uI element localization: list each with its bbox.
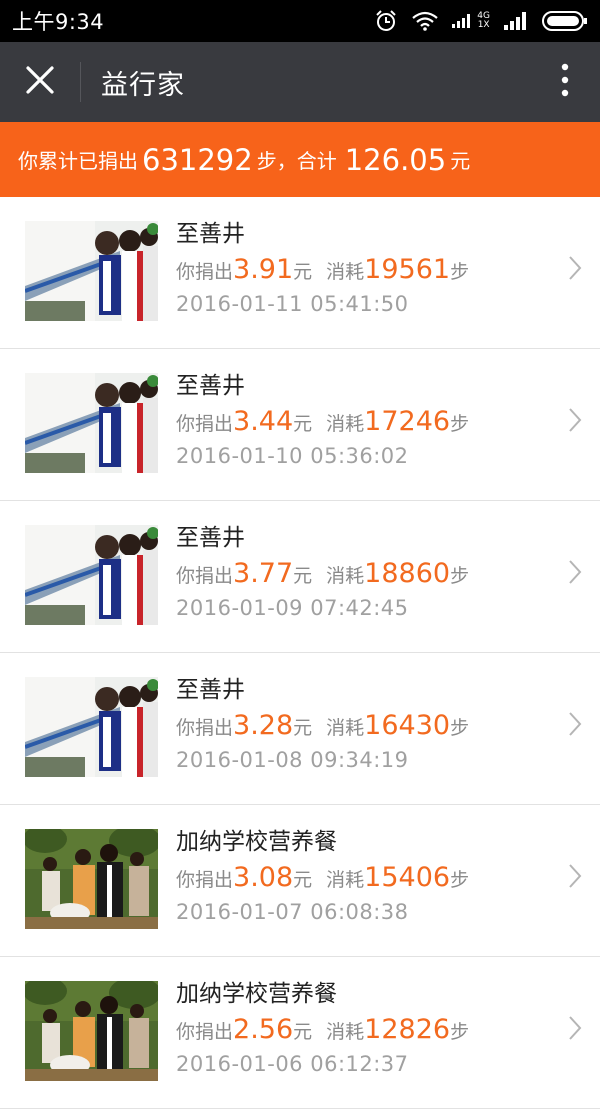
network-type-label-secondary: 1X: [477, 20, 490, 30]
project-thumbnail: [25, 981, 158, 1081]
donation-timestamp: 2016-01-10 05:36:02: [176, 444, 409, 468]
well-children-photo: [25, 677, 158, 777]
project-name: 至善井: [176, 373, 245, 399]
consumed-label: 消耗: [326, 869, 365, 891]
currency-label: 元: [293, 869, 313, 891]
summary-prefix: 你累计已捐出: [18, 149, 138, 173]
chevron-right-icon: [568, 863, 582, 893]
title-bar: 益行家: [0, 42, 600, 122]
close-button[interactable]: [0, 42, 80, 122]
status-bar: 上午9:34 4G 1X: [0, 0, 600, 42]
summary-total-amount: 126.05: [344, 142, 447, 177]
status-icons: 4G 1X: [374, 9, 588, 33]
donation-amount: 3.08: [233, 862, 294, 893]
summary-total-steps: 631292: [142, 142, 253, 177]
donated-label: 你捐出: [176, 717, 234, 739]
steps-consumed: 18860: [364, 558, 451, 589]
currency-label: 元: [293, 717, 313, 739]
steps-label: 步: [450, 565, 470, 587]
well-children-photo: [25, 221, 158, 321]
currency-label: 元: [293, 261, 313, 283]
donation-list-item[interactable]: 加纳学校营养餐 你捐出2.56元 消耗12826步 2016-01-06 06:1…: [0, 957, 600, 1109]
close-icon: [25, 65, 55, 99]
project-thumbnail: [25, 829, 158, 929]
steps-label: 步: [450, 261, 470, 283]
project-name: 加纳学校营养餐: [176, 981, 337, 1007]
consumed-label: 消耗: [326, 1021, 365, 1043]
steps-consumed: 19561: [364, 254, 451, 285]
consumed-label: 消耗: [326, 565, 365, 587]
signal-icon: [504, 12, 528, 30]
chevron-right-icon: [568, 1015, 582, 1045]
donation-amount: 3.44: [233, 406, 294, 437]
school-meal-photo: [25, 829, 158, 929]
project-thumbnail: [25, 525, 158, 625]
donation-timestamp: 2016-01-06 06:12:37: [176, 1052, 409, 1076]
donated-label: 你捐出: [176, 261, 234, 283]
currency-label: 元: [293, 1021, 313, 1043]
consumed-label: 消耗: [326, 717, 365, 739]
steps-consumed: 12826: [364, 1014, 451, 1045]
page-title: 益行家: [101, 69, 185, 101]
donation-timestamp: 2016-01-09 07:42:45: [176, 596, 409, 620]
summary-steps-unit: 步，合计: [256, 149, 337, 173]
steps-label: 步: [450, 717, 470, 739]
summary-amount-unit: 元: [450, 149, 471, 173]
battery-icon: [542, 10, 588, 32]
title-divider: [80, 62, 81, 102]
well-children-photo: [25, 525, 158, 625]
wifi-icon: [412, 11, 439, 31]
steps-label: 步: [450, 413, 470, 435]
donation-amount: 3.77: [233, 558, 294, 589]
donation-summary-banner: 你累计已捐出 631292 步，合计 126.05 元: [0, 122, 600, 197]
donation-list: 至善井 你捐出3.91元 消耗19561步 2016-01-11 05:41:50…: [0, 197, 600, 1109]
project-thumbnail: [25, 373, 158, 473]
more-vertical-icon: [561, 63, 569, 101]
well-children-photo: [25, 373, 158, 473]
steps-label: 步: [450, 869, 470, 891]
cellular-data-icon: 4G 1X: [452, 12, 490, 30]
school-meal-photo: [25, 981, 158, 1081]
project-name: 至善井: [176, 221, 245, 247]
steps-label: 步: [450, 1021, 470, 1043]
chevron-right-icon: [568, 407, 582, 437]
donated-label: 你捐出: [176, 1021, 234, 1043]
steps-consumed: 17246: [364, 406, 451, 437]
project-thumbnail: [25, 677, 158, 777]
donation-amount: 3.28: [233, 710, 294, 741]
consumed-label: 消耗: [326, 261, 365, 283]
consumed-label: 消耗: [326, 413, 365, 435]
donation-list-item[interactable]: 至善井 你捐出3.44元 消耗17246步 2016-01-10 05:36:02: [0, 349, 600, 501]
project-thumbnail: [25, 221, 158, 321]
donation-timestamp: 2016-01-11 05:41:50: [176, 292, 409, 316]
donated-label: 你捐出: [176, 869, 234, 891]
donation-amount: 3.91: [233, 254, 294, 285]
donation-list-item[interactable]: 加纳学校营养餐 你捐出3.08元 消耗15406步 2016-01-07 06:0…: [0, 805, 600, 957]
donation-timestamp: 2016-01-07 06:08:38: [176, 900, 409, 924]
project-name: 加纳学校营养餐: [176, 829, 337, 855]
donation-list-item[interactable]: 至善井 你捐出3.91元 消耗19561步 2016-01-11 05:41:50: [0, 197, 600, 349]
donated-label: 你捐出: [176, 565, 234, 587]
steps-consumed: 16430: [364, 710, 451, 741]
project-name: 至善井: [176, 677, 245, 703]
currency-label: 元: [293, 565, 313, 587]
alarm-icon: [374, 9, 398, 33]
donation-list-item[interactable]: 至善井 你捐出3.77元 消耗18860步 2016-01-09 07:42:45: [0, 501, 600, 653]
donation-timestamp: 2016-01-08 09:34:19: [176, 748, 409, 772]
currency-label: 元: [293, 413, 313, 435]
chevron-right-icon: [568, 711, 582, 741]
status-time: 上午9:34: [12, 10, 105, 34]
chevron-right-icon: [568, 559, 582, 589]
more-options-button[interactable]: [530, 42, 600, 122]
chevron-right-icon: [568, 255, 582, 285]
donated-label: 你捐出: [176, 413, 234, 435]
project-name: 至善井: [176, 525, 245, 551]
donation-amount: 2.56: [233, 1014, 294, 1045]
steps-consumed: 15406: [364, 862, 451, 893]
donation-list-item[interactable]: 至善井 你捐出3.28元 消耗16430步 2016-01-08 09:34:19: [0, 653, 600, 805]
